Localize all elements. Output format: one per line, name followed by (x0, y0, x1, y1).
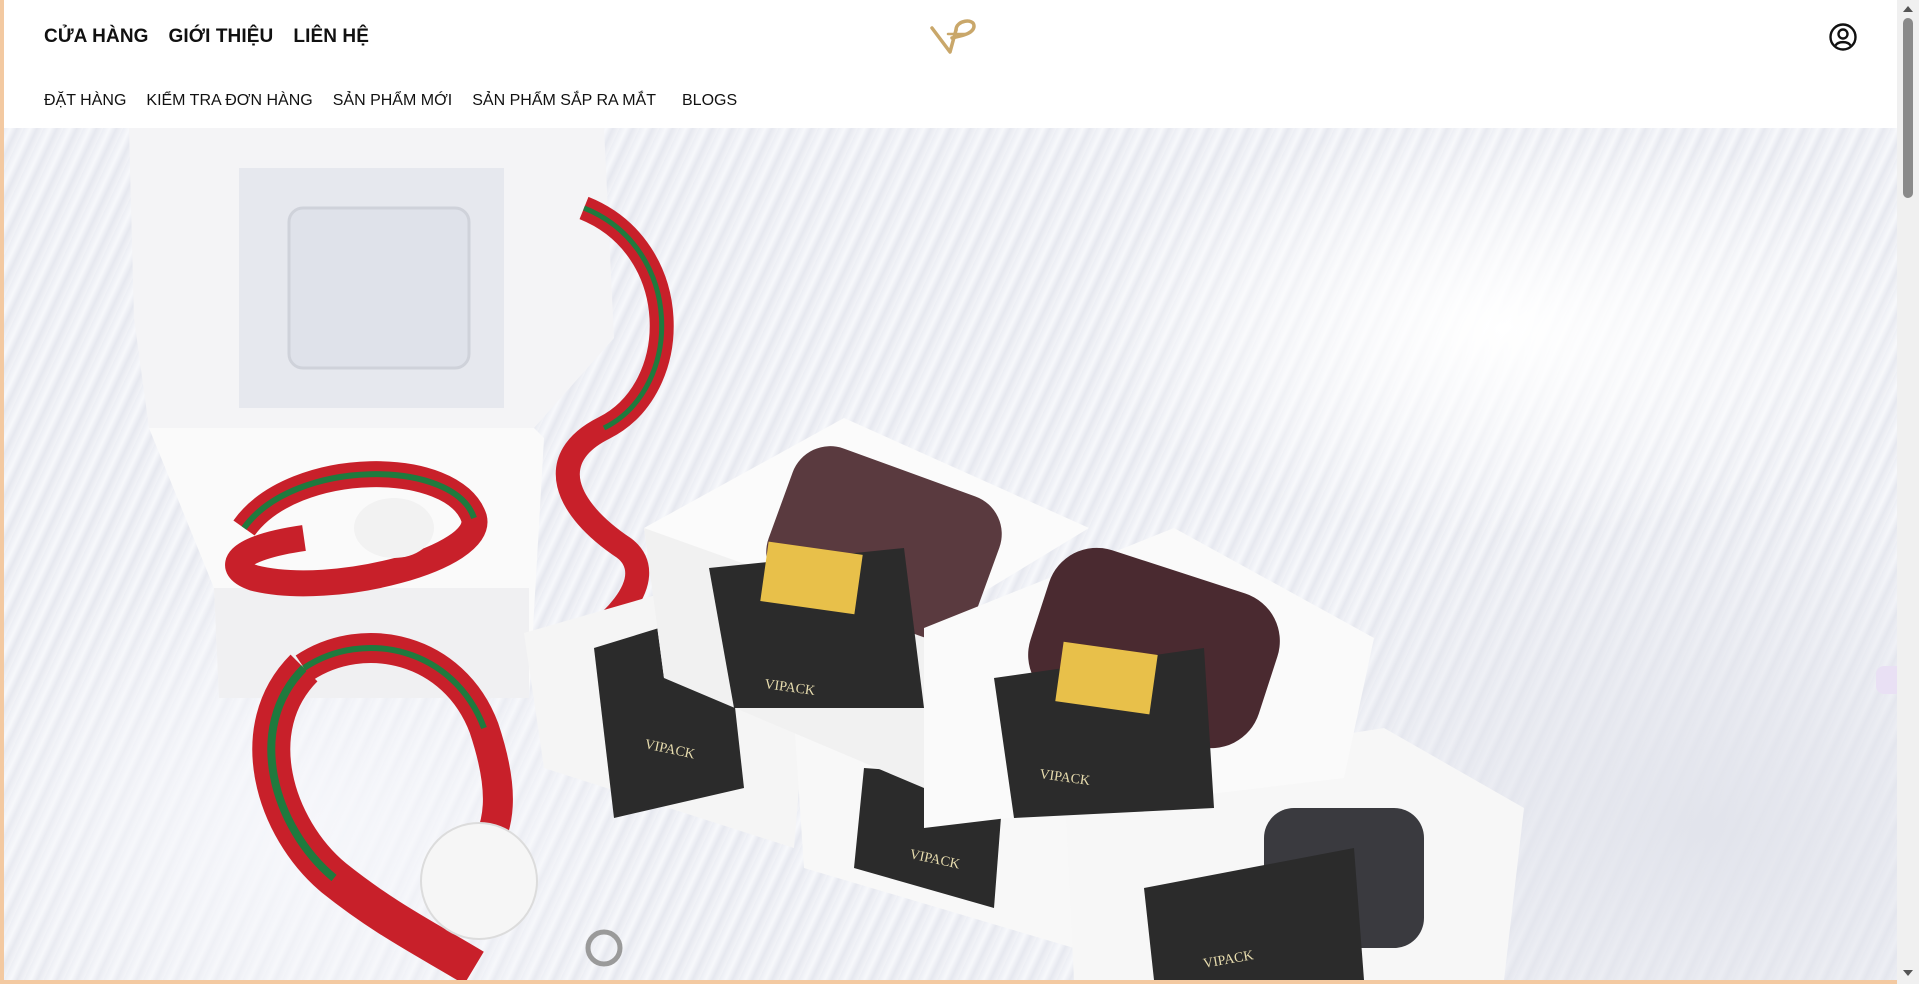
nav-blogs[interactable]: BLOGS (682, 92, 737, 110)
nav-new-products[interactable]: SẢN PHẨM MỚI (333, 92, 453, 110)
nav-order[interactable]: ĐẶT HÀNG (44, 92, 126, 110)
nav-check-order[interactable]: KIỂM TRA ĐƠN HÀNG (146, 92, 312, 110)
nav-upcoming-products[interactable]: SẢN PHẨM SẮP RA MẮT (472, 92, 656, 110)
user-circle-icon[interactable] (1828, 22, 1858, 52)
hero-product-photo: VIPACK VIPACK VIPACK VIPACK VIPACK (129, 128, 1524, 980)
scroll-up-arrow-icon[interactable] (1903, 6, 1913, 12)
site-header: CỬA HÀNG GIỚI THIỆU LIÊN HỆ ĐẶT HÀNG KIỂ… (4, 0, 1897, 128)
vertical-scrollbar[interactable] (1897, 0, 1919, 984)
scrollbar-thumb[interactable] (1903, 18, 1913, 198)
scroll-down-arrow-icon[interactable] (1903, 970, 1913, 976)
secondary-nav: ĐẶT HÀNG KIỂM TRA ĐƠN HÀNG SẢN PHẨM MỚI … (44, 92, 737, 110)
product-boxes: VIPACK VIPACK VIPACK VIPACK VIPACK (524, 418, 1524, 980)
hero-banner-image: VIPACK VIPACK VIPACK VIPACK VIPACK (4, 128, 1897, 980)
primary-nav: CỬA HÀNG GIỚI THIỆU LIÊN HỆ (44, 26, 369, 48)
nav-about[interactable]: GIỚI THIỆU (169, 26, 274, 48)
nav-shop[interactable]: CỬA HÀNG (44, 26, 149, 48)
nav-contact[interactable]: LIÊN HỆ (293, 26, 369, 48)
page: CỬA HÀNG GIỚI THIỆU LIÊN HỆ ĐẶT HÀNG KIỂ… (4, 0, 1897, 980)
vipack-logo-icon[interactable] (926, 14, 982, 56)
open-box (129, 128, 614, 698)
